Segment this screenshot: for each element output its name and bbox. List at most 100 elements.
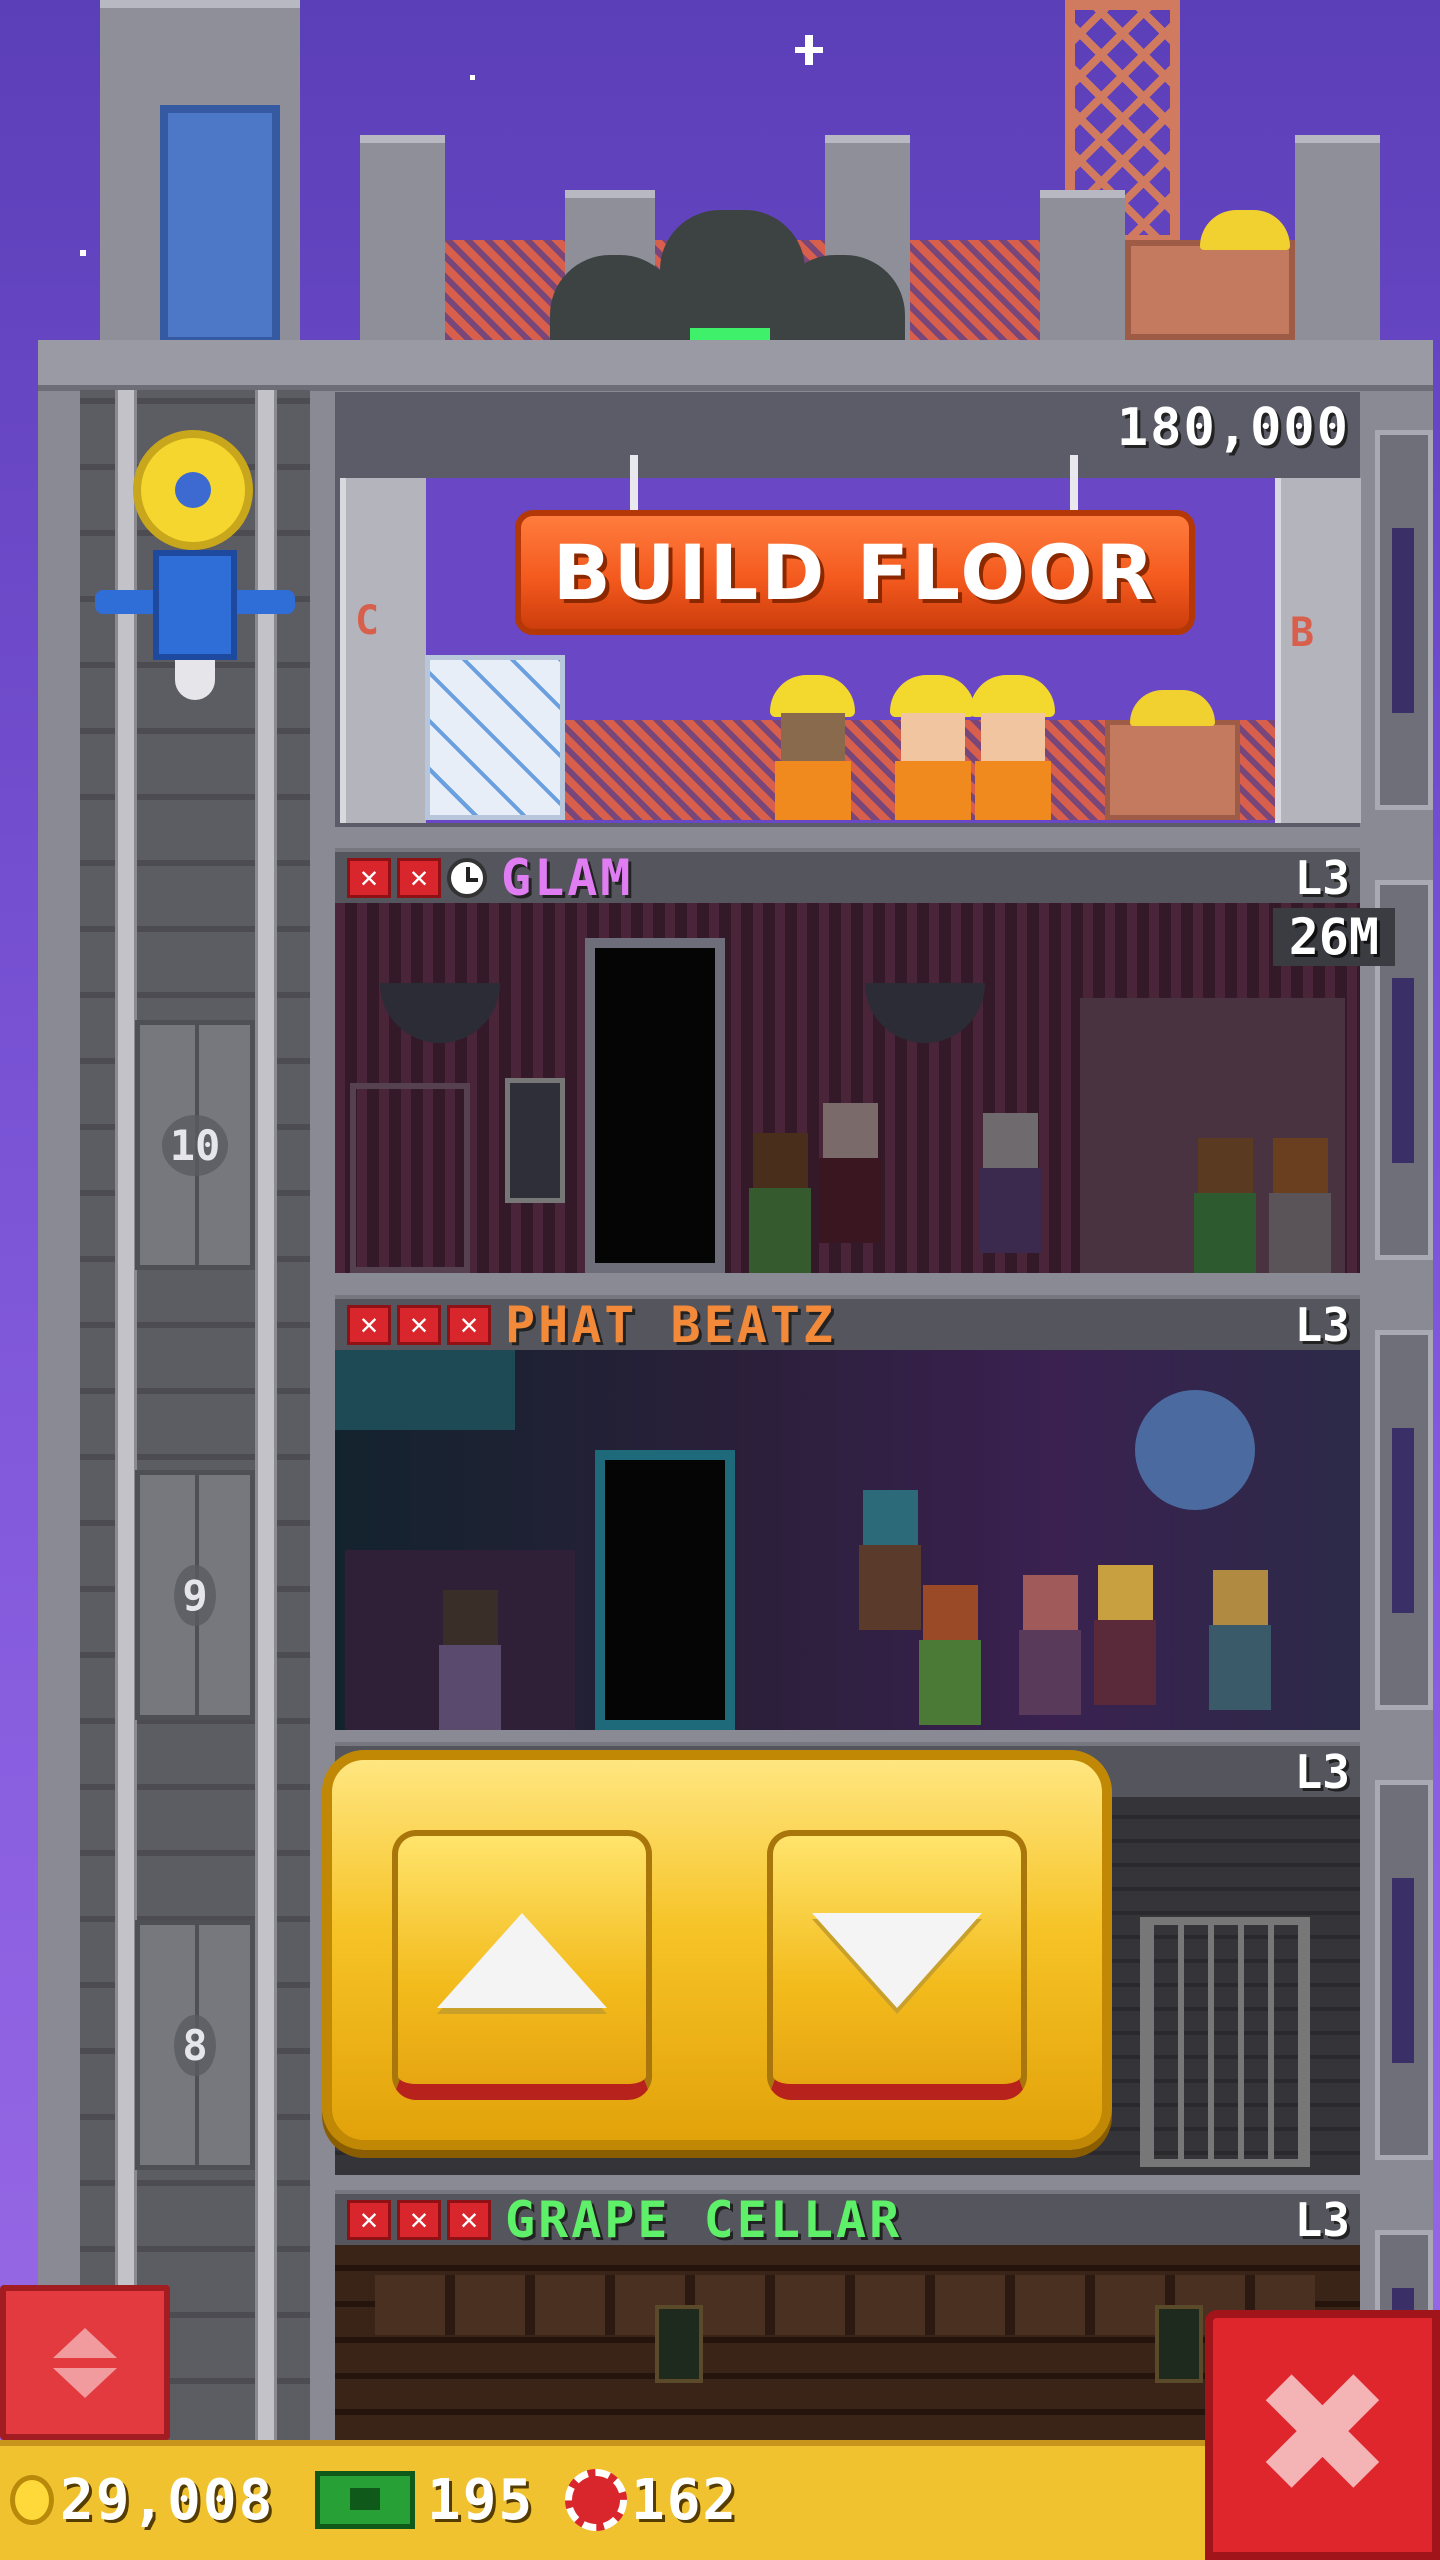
customer[interactable] [435, 1590, 505, 1730]
elevator-toggle-button[interactable] [0, 2285, 170, 2440]
customer-head [443, 1590, 498, 1645]
floor-earning-badge[interactable]: 26M [1272, 908, 1395, 966]
sky-star [795, 47, 823, 53]
arrow-up-icon [53, 2327, 117, 2358]
side-window [1375, 430, 1433, 810]
customer-body [749, 1188, 811, 1273]
floor-room-glam[interactable] [335, 903, 1360, 1273]
elevator-motor [153, 550, 237, 660]
customer-head [1098, 1565, 1153, 1620]
customer-head [1023, 1575, 1078, 1630]
elevator-down-button[interactable] [767, 1830, 1027, 2100]
customer-head [863, 1490, 918, 1545]
lantern-icon [1155, 2305, 1203, 2383]
roof-door [160, 105, 280, 345]
roof-crate [1125, 240, 1295, 340]
customer-body [439, 1645, 501, 1730]
worker-shirt [975, 761, 1051, 820]
customer[interactable] [975, 1113, 1045, 1253]
customer[interactable] [915, 1585, 985, 1725]
bux-icon [315, 2471, 415, 2529]
coins-value: 29,008 [60, 2467, 275, 2533]
customer-head [753, 1133, 808, 1188]
customer-body [1019, 1630, 1081, 1715]
floor-header-grape-cellar[interactable]: ✕ ✕ ✕ GRAPE CELLAR L3 [335, 2190, 1360, 2249]
bux-counter[interactable]: 195 [315, 2465, 534, 2535]
floor-tag-right: B [1290, 610, 1315, 656]
side-window [1375, 1780, 1433, 2160]
clothing-rack [350, 1083, 470, 1273]
floor-level: L3 [1294, 2192, 1350, 2247]
build-floor-price: 180,000 [1116, 398, 1350, 458]
floor-status-marks: ✕ ✕ [347, 857, 487, 898]
hardhat-icon [890, 675, 975, 717]
hardhat-icon [770, 675, 855, 717]
customer[interactable] [1015, 1575, 1085, 1715]
elevator-car[interactable] [95, 420, 295, 710]
customer[interactable] [1265, 1138, 1335, 1273]
chip-icon [565, 2469, 627, 2531]
customer[interactable] [1190, 1138, 1260, 1273]
side-window [1375, 1330, 1433, 1710]
customer-body [1094, 1620, 1156, 1705]
sign-hanger [1070, 455, 1078, 510]
material-stack [425, 655, 565, 820]
hardhat-icon [970, 675, 1055, 717]
support-pillar [1275, 478, 1361, 823]
elevator-up-button[interactable] [392, 1830, 652, 2100]
floor-name: GLAM [501, 848, 634, 907]
customer-body [1269, 1193, 1331, 1273]
arrow-up-icon [437, 1912, 607, 2008]
support-pillar [340, 478, 426, 823]
chandelier [380, 983, 500, 1043]
customer[interactable] [1090, 1565, 1160, 1705]
disco-ball-icon [1135, 1390, 1255, 1510]
floor-level: L3 [1294, 1744, 1350, 1799]
tower-roof-ledge [38, 340, 1433, 391]
floor-status-marks: ✕ ✕ ✕ [347, 1304, 491, 1345]
customer[interactable] [815, 1103, 885, 1243]
sky-star [80, 250, 86, 256]
x-mark-icon: ✕ [347, 1304, 391, 1345]
customer[interactable] [1205, 1570, 1275, 1710]
customer[interactable] [745, 1133, 815, 1273]
worker-face [901, 713, 965, 761]
floor-level: L3 [1294, 1297, 1350, 1352]
mirror [505, 1078, 565, 1203]
coins-counter[interactable]: 29,008 [10, 2465, 274, 2535]
coin-icon [10, 2475, 54, 2525]
elevator-door-floor-8[interactable]: 8 [135, 1920, 255, 2170]
roof-vent [1295, 135, 1380, 353]
customer-body [819, 1158, 881, 1243]
floor-room-phat-beatz[interactable] [335, 1350, 1360, 1730]
customer-head [823, 1103, 878, 1158]
sign-hanger [630, 455, 638, 510]
bux-value: 195 [427, 2467, 535, 2533]
customer-head [1273, 1138, 1328, 1193]
floor-level: L3 [1294, 850, 1350, 905]
close-button[interactable]: ✖ [1205, 2310, 1440, 2560]
sky-star [470, 75, 475, 80]
floor-tag-left: C [355, 598, 380, 644]
elevator-door-floor-9[interactable]: 9 [135, 1470, 255, 1720]
chips-value: 162 [631, 2467, 739, 2533]
customer-head [983, 1113, 1038, 1168]
floor-header-phat-beatz[interactable]: ✕ ✕ ✕ PHAT BEATZ L3 [335, 1295, 1360, 1354]
x-mark-icon: ✕ [347, 2199, 391, 2240]
customer-body [859, 1545, 921, 1630]
chandelier [865, 983, 985, 1043]
x-mark-icon: ✕ [347, 857, 391, 898]
build-floor-button[interactable]: BUILD FLOOR [515, 510, 1195, 635]
x-mark-icon: ✕ [397, 857, 441, 898]
floor-header-glam[interactable]: ✕ ✕ GLAM L3 [335, 848, 1360, 907]
hardhat-icon [1200, 210, 1290, 250]
floor-status-marks: ✕ ✕ ✕ [347, 2199, 491, 2240]
chips-counter[interactable]: 162 [565, 2465, 738, 2535]
x-mark-icon: ✕ [397, 1304, 441, 1345]
customer-head [1213, 1570, 1268, 1625]
construction-worker [965, 675, 1060, 820]
clock-icon [447, 857, 487, 898]
elevator-door-floor-10[interactable]: 10 [135, 1020, 255, 1270]
x-mark-icon: ✕ [397, 2199, 441, 2240]
floor-name: PHAT BEATZ [505, 1295, 837, 1354]
